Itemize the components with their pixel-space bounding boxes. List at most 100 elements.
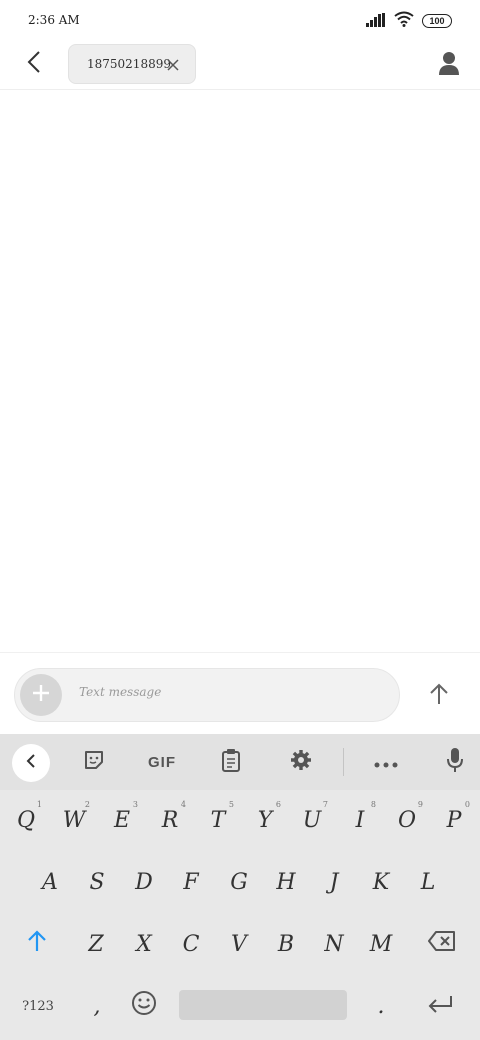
- chevron-left-icon: [27, 50, 41, 78]
- key-hint: 9: [417, 800, 423, 809]
- backspace-icon: [428, 931, 456, 957]
- status-bar: 2:36 AM 100: [0, 0, 480, 40]
- key-hint: 3: [132, 800, 138, 809]
- enter-key[interactable]: [418, 980, 462, 1032]
- arrow-up-icon: [429, 683, 449, 709]
- key-label: P: [446, 807, 462, 833]
- settings-button[interactable]: [282, 744, 320, 780]
- toolbar-divider: [343, 748, 344, 776]
- key-d[interactable]: D: [122, 856, 166, 908]
- toolbar-back-button[interactable]: [12, 744, 50, 782]
- back-button[interactable]: [18, 48, 50, 80]
- key-label: J: [329, 869, 339, 895]
- clipboard-button[interactable]: [212, 744, 250, 780]
- key-x[interactable]: X: [122, 918, 166, 970]
- key-label: I: [355, 807, 365, 833]
- message-input-box[interactable]: Text message: [14, 668, 400, 722]
- enter-arrow-icon: [427, 994, 453, 1019]
- key-i[interactable]: I8: [338, 794, 382, 846]
- key-label: Q: [16, 807, 36, 833]
- keyboard: G I F Q 1 W 2 E 3 R 4 T 5 Y 6 U 7 I 8 O 9 …: [0, 734, 480, 1040]
- chevron-left-icon: [26, 753, 36, 773]
- keyboard-toolbar: GIF: [0, 734, 480, 790]
- key-g[interactable]: G: [217, 856, 261, 908]
- key-j[interactable]: J: [312, 856, 356, 908]
- period-key[interactable]: .: [359, 980, 403, 1032]
- key-z[interactable]: Z: [74, 918, 118, 970]
- key-w[interactable]: W2: [52, 794, 96, 846]
- gif-button[interactable]: GIF: [140, 744, 184, 780]
- key-t[interactable]: T5: [196, 794, 240, 846]
- space-bar[interactable]: [179, 990, 347, 1020]
- symbols-label: ?123: [22, 998, 54, 1014]
- key-u[interactable]: U7: [290, 794, 334, 846]
- more-horizontal-icon: [374, 753, 398, 772]
- clipboard-icon: [221, 748, 241, 776]
- key-f[interactable]: F: [169, 856, 213, 908]
- status-icons: 100: [366, 11, 452, 31]
- key-y[interactable]: Y6: [243, 794, 287, 846]
- key-o[interactable]: O9: [385, 794, 429, 846]
- key-label: A: [42, 869, 58, 895]
- key-m[interactable]: M: [359, 918, 403, 970]
- attach-button[interactable]: [20, 674, 62, 716]
- key-label: W: [62, 807, 86, 833]
- key-hint: 7: [322, 800, 328, 809]
- key-label: Y: [257, 807, 273, 833]
- key-b[interactable]: B: [264, 918, 308, 970]
- key-r[interactable]: R4: [148, 794, 192, 846]
- key-hint: 8: [370, 800, 376, 809]
- key-hint: 1: [36, 800, 42, 809]
- key-label: .: [377, 993, 385, 1019]
- shift-key[interactable]: [15, 918, 59, 970]
- status-time: 2:36 AM: [28, 13, 80, 27]
- key-label: S: [89, 869, 105, 895]
- message-input[interactable]: Text message: [79, 685, 161, 699]
- close-icon[interactable]: [165, 57, 181, 73]
- person-icon: [439, 51, 459, 79]
- emoji-key[interactable]: [122, 980, 166, 1032]
- conversation-header: 18750218899: [0, 40, 480, 90]
- key-label: G: [230, 869, 248, 895]
- key-c[interactable]: C: [169, 918, 213, 970]
- contact-button[interactable]: [432, 48, 466, 82]
- key-n[interactable]: N: [312, 918, 356, 970]
- key-a[interactable]: A: [28, 856, 72, 908]
- key-p[interactable]: P0: [432, 794, 476, 846]
- key-label: Z: [88, 931, 104, 957]
- key-label: E: [113, 807, 131, 833]
- key-hint: 4: [180, 800, 186, 809]
- key-l[interactable]: L: [406, 856, 450, 908]
- key-label: V: [231, 931, 247, 957]
- key-label: M: [369, 931, 393, 957]
- key-v[interactable]: V: [217, 918, 261, 970]
- sticker-button[interactable]: [75, 744, 113, 780]
- key-label: C: [182, 931, 200, 957]
- key-label: D: [135, 869, 153, 895]
- comma-key[interactable]: ,: [75, 980, 119, 1032]
- voice-input-button[interactable]: [436, 744, 474, 780]
- key-s[interactable]: S: [75, 856, 119, 908]
- key-e[interactable]: E3: [100, 794, 144, 846]
- key-label: K: [372, 869, 390, 895]
- recipient-number: 18750218899: [87, 57, 171, 71]
- key-label: N: [324, 931, 344, 957]
- key-h[interactable]: H: [264, 856, 308, 908]
- compose-bar: Text message: [0, 652, 480, 734]
- symbols-key[interactable]: ?123: [16, 980, 60, 1032]
- key-hint: 0: [464, 800, 470, 809]
- send-button[interactable]: [420, 677, 458, 715]
- gear-icon: [290, 749, 312, 775]
- backspace-key[interactable]: [420, 918, 464, 970]
- signal-icon: [366, 12, 386, 31]
- key-q[interactable]: Q1: [4, 794, 48, 846]
- message-list: [0, 91, 480, 652]
- sticker-icon: [83, 749, 105, 775]
- more-button[interactable]: [367, 744, 405, 780]
- recipient-chip[interactable]: 18750218899: [68, 44, 196, 84]
- key-label: B: [277, 931, 295, 957]
- key-hint: 2: [84, 800, 90, 809]
- key-label: T: [210, 807, 226, 833]
- key-label: R: [161, 807, 179, 833]
- key-k[interactable]: K: [359, 856, 403, 908]
